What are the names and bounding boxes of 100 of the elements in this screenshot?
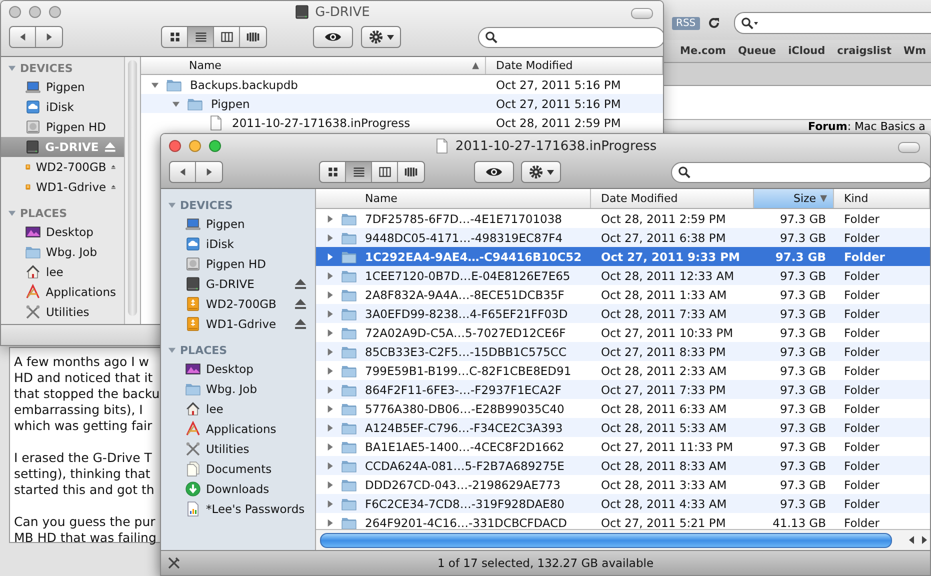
horizontal-scrollbar[interactable] xyxy=(316,529,930,550)
sidebar-item[interactable]: Pigpen xyxy=(1,77,124,97)
eject-icon[interactable] xyxy=(294,318,307,330)
disclosure-triangle-icon[interactable] xyxy=(325,270,335,280)
column-header[interactable]: Date Modified xyxy=(486,57,663,74)
disclosure-triangle-icon[interactable] xyxy=(325,308,335,318)
disclosure-triangle-icon[interactable] xyxy=(325,498,335,508)
sidebar-item[interactable]: Wbg. Job xyxy=(1,242,124,262)
window-close-button[interactable] xyxy=(9,6,21,18)
sidebar-item[interactable]: Desktop xyxy=(1,222,124,242)
list-row[interactable]: 864F2F11-6FE3-…-F2937F1ECA2F Oct 27, 2011 7:33 PM 97.3 GB Folder xyxy=(316,380,930,399)
sidebar-item[interactable]: G-DRIVE xyxy=(161,274,315,294)
bookmark-link[interactable]: Me.com xyxy=(680,45,726,57)
disclosure-triangle-icon[interactable] xyxy=(325,346,335,356)
list-row[interactable]: DDD267CD-043…-2198629AE773 Oct 28, 2011 3:33 AM 97.3 GB Folder xyxy=(316,475,930,494)
action-menu-button[interactable] xyxy=(361,26,401,48)
sidebar-item[interactable]: WD2-700GB xyxy=(1,157,124,177)
sidebar-item[interactable]: Utilities xyxy=(161,439,315,459)
sidebar-item[interactable]: lee xyxy=(161,399,315,419)
list-row[interactable]: 2011-10-27-171638.inProgress Oct 28, 2011 2:59 PM xyxy=(141,113,663,132)
bookmark-link[interactable]: Wm xyxy=(904,45,926,57)
sidebar-item[interactable]: *Lee's Passwords xyxy=(161,499,315,519)
list-row[interactable]: 9448DC05-4171…-498319EC87F4 Oct 27, 2011 6:38 PM 97.3 GB Folder xyxy=(316,228,930,247)
view-button[interactable] xyxy=(346,162,372,182)
disclosure-triangle-icon[interactable] xyxy=(7,63,17,73)
sidebar-item[interactable]: Applications xyxy=(1,282,124,302)
eject-icon[interactable] xyxy=(294,298,307,310)
list-row[interactable]: 5776A380-DB06…-E28B99035C40 Oct 28, 2011 6:33 AM 97.3 GB Folder xyxy=(316,399,930,418)
disclosure-triangle-icon[interactable] xyxy=(325,460,335,470)
window-minimize-button[interactable] xyxy=(29,6,41,18)
list-row[interactable]: 85CB33E3-C2F5…-15DBB1C575CC Oct 27, 2011 8:33 PM 97.3 GB Folder xyxy=(316,342,930,361)
action-menu-button[interactable] xyxy=(521,161,561,183)
list-row[interactable]: Pigpen Oct 27, 2011 5:16 PM xyxy=(141,94,663,113)
list-row[interactable]: BA1E1AE5-1400…-4CEC8F2D1662 Oct 27, 2011 11:33 PM 97.3 GB Folder xyxy=(316,437,930,456)
window-zoom-button[interactable] xyxy=(49,6,61,18)
sidebar-item[interactable]: WD1-Gdrive xyxy=(161,314,315,334)
sidebar-item[interactable]: iDisk xyxy=(1,97,124,117)
column-header[interactable]: Kind xyxy=(834,189,930,208)
list-row[interactable]: 7DF25785-6F7D…-4E1E71701038 Oct 28, 2011 2:59 PM 97.3 GB Folder xyxy=(316,209,930,228)
disclosure-triangle-icon[interactable] xyxy=(325,480,335,490)
sidebar-item[interactable]: Pigpen HD xyxy=(161,254,315,274)
column-header[interactable]: Name ▲ xyxy=(141,57,486,74)
list-row[interactable]: 72A02A9D-C5A…5-7027ED12CE6F Oct 27, 2011 10:33 PM 97.3 GB Folder xyxy=(316,323,930,342)
disclosure-triangle-icon[interactable] xyxy=(167,345,177,355)
list-row[interactable]: 799E59B1-B199…C-82F1CBE8ED91 Oct 28, 2011 2:33 AM 97.3 GB Folder xyxy=(316,361,930,380)
list-row[interactable]: CCDA624A-081…5-F2B7A689275E Oct 28, 2011 8:33 AM 97.3 GB Folder xyxy=(316,456,930,475)
eject-icon[interactable] xyxy=(294,278,307,290)
disclosure-triangle-icon[interactable] xyxy=(325,518,335,528)
disclosure-triangle-icon[interactable] xyxy=(7,208,17,218)
bookmark-link[interactable]: iCloud xyxy=(788,45,826,57)
search-field[interactable] xyxy=(478,27,663,48)
window-minimize-button[interactable] xyxy=(189,140,201,152)
toolbar-toggle-button[interactable] xyxy=(898,142,920,153)
disclosure-triangle-icon[interactable] xyxy=(325,328,335,338)
quick-look-button[interactable] xyxy=(474,161,514,183)
vertical-scrollbar[interactable] xyxy=(124,57,140,324)
disclosure-triangle-icon[interactable] xyxy=(325,442,335,452)
tool-icon[interactable] xyxy=(167,556,181,570)
bookmark-link[interactable]: craigslist xyxy=(837,45,892,57)
disclosure-triangle-icon[interactable] xyxy=(325,366,335,376)
sidebar-item[interactable]: WD1-Gdrive xyxy=(1,177,124,197)
disclosure-triangle-icon[interactable] xyxy=(325,384,335,394)
sidebar-item[interactable]: iDisk xyxy=(161,234,315,254)
window-close-button[interactable] xyxy=(169,140,181,152)
search-field[interactable] xyxy=(734,12,931,34)
column-header[interactable]: Name xyxy=(316,189,591,208)
sidebar-item[interactable]: Utilities xyxy=(1,302,124,322)
list-row[interactable]: 3A0EFD99-8238…4-F65EF21FF03D Oct 28, 2011 7:33 AM 97.3 GB Folder xyxy=(316,304,930,323)
list-row[interactable]: 264F9201-4C16…-331DCBCFDACD Oct 27, 2011 5:21 PM 41.13 GB Folder xyxy=(316,513,930,529)
sidebar-item[interactable]: lee xyxy=(1,262,124,282)
column-header[interactable]: Size ▼ xyxy=(754,189,834,208)
sidebar-item[interactable]: Pigpen xyxy=(161,214,315,234)
list-row[interactable]: F6C2CE34-7CD8…-319F928DAE80 Oct 28, 2011 4:33 AM 97.3 GB Folder xyxy=(316,494,930,513)
sidebar-item[interactable]: Pigpen HD xyxy=(1,117,124,137)
sidebar-item[interactable]: Documents xyxy=(161,459,315,479)
bookmark-link[interactable]: Queue xyxy=(738,45,776,57)
list-row[interactable]: 1CEE7120-0B7D…E-04E8126E7E65 Oct 28, 2011 12:33 AM 97.3 GB Folder xyxy=(316,266,930,285)
window-zoom-button[interactable] xyxy=(209,140,221,152)
disclosure-triangle-icon[interactable] xyxy=(325,404,335,414)
toolbar-toggle-button[interactable] xyxy=(631,8,653,19)
disclosure-triangle-icon[interactable] xyxy=(167,200,177,210)
sidebar-item[interactable]: Applications xyxy=(161,419,315,439)
sidebar-item[interactable]: WD2-700GB xyxy=(161,294,315,314)
search-field[interactable] xyxy=(671,162,930,183)
disclosure-triangle-icon[interactable] xyxy=(325,422,335,432)
list-row[interactable]: A124B5EF-C796…-F34CE2C3A393 Oct 28, 2011 5:33 AM 97.3 GB Folder xyxy=(316,418,930,437)
sidebar-item[interactable]: Wbg. Job xyxy=(161,379,315,399)
disclosure-triangle-icon[interactable] xyxy=(325,290,335,300)
disclosure-triangle-icon[interactable] xyxy=(325,214,335,224)
eject-icon[interactable] xyxy=(104,141,116,153)
list-row[interactable]: 1C292EA4-9AE4…-C94416B10C52 Oct 27, 2011 9:33 PM 97.3 GB Folder xyxy=(316,247,930,266)
sidebar-item[interactable]: Desktop xyxy=(161,359,315,379)
file-name: 7DF25785-6F7D…-4E1E71701038 xyxy=(365,212,562,226)
quick-look-button[interactable] xyxy=(313,26,353,48)
disclosure-triangle-icon[interactable] xyxy=(325,252,335,262)
disclosure-triangle-icon[interactable] xyxy=(325,232,335,242)
list-row[interactable]: Backups.backupdb Oct 27, 2011 5:16 PM xyxy=(141,75,663,94)
sidebar-item[interactable]: Downloads xyxy=(161,479,315,499)
view-button[interactable] xyxy=(188,27,214,47)
list-row[interactable]: 2A8F832A-9A4A…-8ECE51DCB35F Oct 28, 2011 1:33 AM 97.3 GB Folder xyxy=(316,285,930,304)
